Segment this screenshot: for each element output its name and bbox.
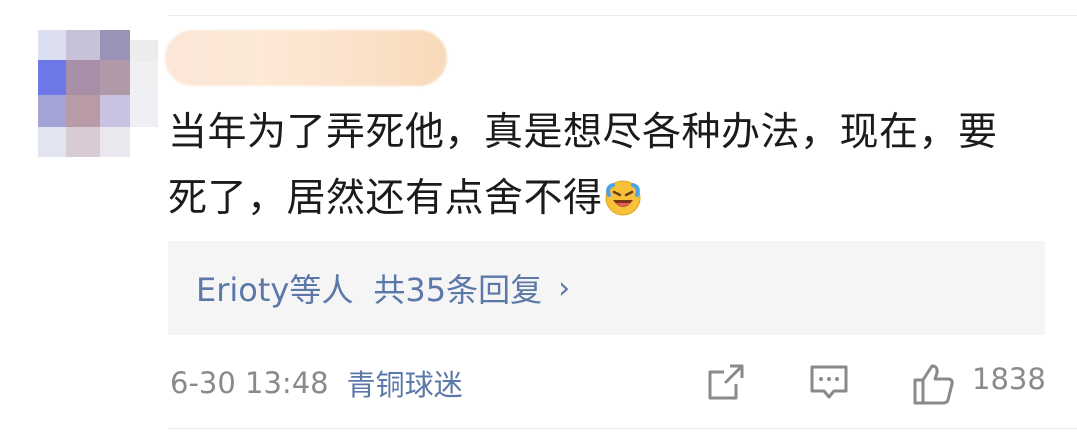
top-divider (168, 15, 1077, 16)
reply-users[interactable]: Erioty等人 (196, 265, 353, 311)
bottom-divider (168, 428, 1077, 429)
comment-icon[interactable] (809, 362, 849, 402)
comment-line-2-text: 死了，居然还有点舍不得 (168, 176, 603, 221)
share-icon[interactable] (706, 362, 746, 402)
comment-line-1: 当年为了弄死他，真是想尽各种办法，现在，要 (168, 110, 998, 155)
action-bar (0, 355, 1077, 415)
reply-count[interactable]: 共35条回复 (373, 265, 542, 311)
like-count: 1838 (972, 362, 1046, 396)
reply-summary[interactable]: Erioty等人 共35条回复 › (168, 241, 1045, 335)
comment-line-2: 死了，居然还有点舍不得 (168, 166, 1048, 232)
username-blurred[interactable] (165, 30, 447, 86)
thumbs-up-icon[interactable] (912, 362, 956, 406)
avatar[interactable] (32, 30, 164, 160)
comment-text: 当年为了弄死他，真是想尽各种办法，现在，要 死了，居然还有点舍不得 (168, 100, 1048, 232)
chevron-right-icon: › (558, 270, 571, 306)
laughing-crying-emoji-icon (605, 180, 641, 216)
